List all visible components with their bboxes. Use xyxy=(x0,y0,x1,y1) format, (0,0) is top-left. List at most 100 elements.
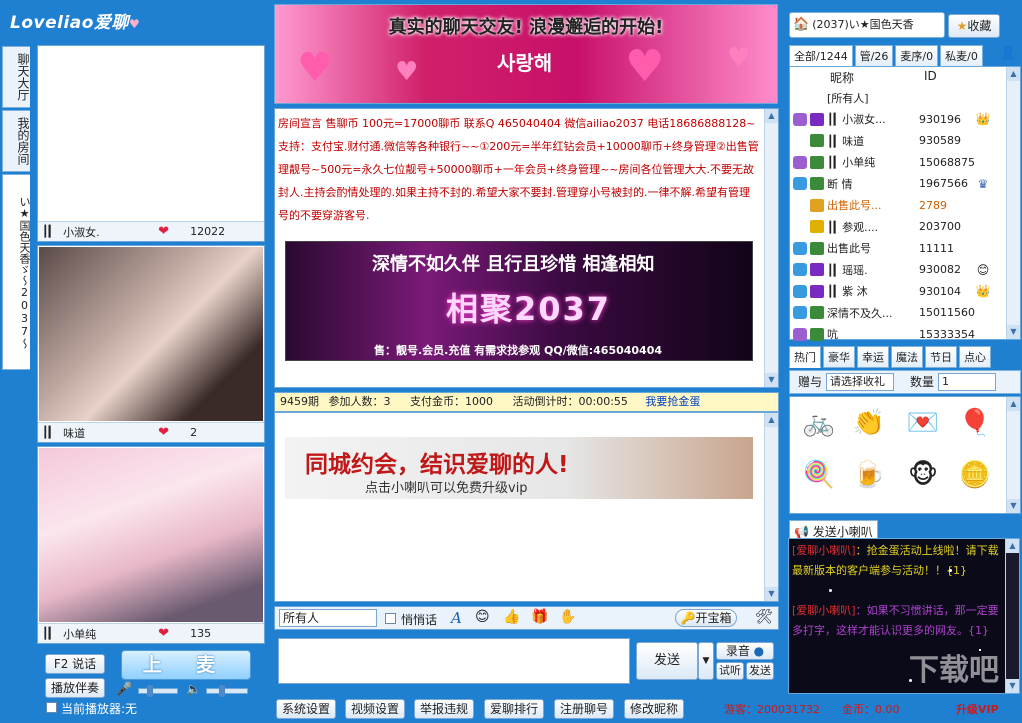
tools-icon[interactable]: 🛠 xyxy=(755,609,773,625)
change-nickname-button[interactable]: 修改昵称 xyxy=(624,699,684,719)
tab-gift-festival[interactable]: 节日 xyxy=(925,346,957,368)
user-list[interactable]: 昵称 ID [所有人] ┃▎小淑女... 930196 👑 ┃▎味道 930589 ┃▎小单… xyxy=(789,66,1021,341)
gift-gold-ingot-icon[interactable]: 🪙 xyxy=(950,453,1000,497)
heart-count: 135 xyxy=(190,627,212,640)
user-row[interactable]: 出售此号... 2789 xyxy=(790,195,1008,216)
player-checkbox[interactable] xyxy=(46,702,57,713)
tab-gift-snack[interactable]: 点心 xyxy=(959,346,991,368)
tab-all-users[interactable]: 全部/1244 xyxy=(789,45,853,67)
register-button[interactable]: 注册聊号 xyxy=(554,699,614,719)
user-row[interactable]: 断 情 1967566 ♛ xyxy=(790,173,1008,194)
microphone-icon[interactable]: 🎤 xyxy=(116,682,132,697)
video-slot-1[interactable]: ┃▎ 小淑女. ❤ 12022 xyxy=(37,45,265,242)
lottery-gold: 支付金币：1000 xyxy=(410,395,493,408)
gift-scrollbar[interactable]: ▲ ▼ xyxy=(1006,397,1020,513)
gift-balloon-icon[interactable]: 🎈 xyxy=(950,401,1000,445)
gift-beer-icon[interactable]: 🍺 xyxy=(844,453,894,497)
speaker-volume-slider[interactable] xyxy=(206,685,248,697)
grab-egg-link[interactable]: 我要抢金蛋 xyxy=(645,395,700,408)
accompany-button[interactable]: 播放伴奏 xyxy=(45,678,105,698)
public-chat-panel[interactable]: 房间宣言 售聊币 100元=17000聊币 联系Q 465040404 微信ai… xyxy=(274,108,779,388)
upgrade-vip-link[interactable]: 升级VIP xyxy=(956,701,999,717)
video-slot-2[interactable]: ┃▎ 味道 ❤ 2 xyxy=(37,245,265,443)
tab-my-room[interactable]: 我的房间 xyxy=(2,110,30,172)
quantity-input[interactable]: 1 xyxy=(938,373,996,391)
user-name: 断 情 xyxy=(827,177,853,191)
gift-icon[interactable]: 🎁 xyxy=(531,609,548,625)
video-settings-button[interactable]: 视频设置 xyxy=(345,699,405,719)
report-button[interactable]: 举报违规 xyxy=(414,699,474,719)
target-select[interactable]: 所有人 xyxy=(279,609,377,627)
speaker-icon[interactable]: 🔈 xyxy=(186,682,201,696)
heart-icon[interactable]: ❤ xyxy=(158,626,188,641)
user-search-icon[interactable]: 👤 xyxy=(1000,46,1016,61)
lottery-bar: 9459期 参加人数：3 支付金币：1000 活动倒计时：00:00:55 我要… xyxy=(274,392,779,412)
treasure-box-button[interactable]: 🔑开宝箱 xyxy=(675,609,737,627)
user-level-badge xyxy=(793,199,807,212)
speak-button[interactable]: F2 说话 xyxy=(45,654,105,674)
user-row[interactable]: [所有人] xyxy=(790,87,1008,108)
column-id: ID xyxy=(924,69,937,83)
gift-lollipop-icon[interactable]: 🍭 xyxy=(794,453,844,497)
heart-icon[interactable]: ❤ xyxy=(158,224,188,239)
font-icon[interactable]: A xyxy=(451,609,462,627)
whisper-checkbox[interactable] xyxy=(385,613,396,624)
tab-mic-queue[interactable]: 麦序/0 xyxy=(895,45,939,67)
user-row[interactable]: ┃▎参观.... 203700 xyxy=(790,216,1008,237)
gift-bicycle-icon[interactable]: 🚲 xyxy=(794,401,844,445)
user-row[interactable]: ┃▎味道 930589 xyxy=(790,130,1008,151)
horn-messages: [爱聊小喇叭]：抢金蛋活动上线啦！请下载最新版本的客户端参与活动！！{1} [爱… xyxy=(788,538,1020,694)
horn-scrollbar[interactable]: ▲ ▼ xyxy=(1005,539,1019,693)
send-voice-button[interactable]: 发送 xyxy=(746,662,774,680)
video-info-bar: ┃▎ 小单纯 ❤ 135 xyxy=(38,623,264,643)
user-id: 203700 xyxy=(919,220,961,233)
tab-gift-hot[interactable]: 热门 xyxy=(789,346,821,368)
user-row[interactable]: 吭 15333354 xyxy=(790,324,1008,345)
mic-button[interactable]: 上 麦 xyxy=(121,650,251,680)
message-input[interactable] xyxy=(278,638,630,684)
column-nickname: 昵称 xyxy=(830,71,855,85)
tab-private-mic[interactable]: 私麦/0 xyxy=(940,45,983,67)
gift-monkey-icon[interactable]: 🐵 xyxy=(898,453,948,497)
tab-gift-luxury[interactable]: 豪华 xyxy=(823,346,855,368)
room-ad[interactable]: 深情不如久伴 且行且珍惜 相逢相知 相聚2037 售：靓号.会员.充值 有需求找… xyxy=(285,241,753,361)
chat-scrollbar[interactable]: ▲ ▼ xyxy=(764,109,778,387)
system-settings-button[interactable]: 系统设置 xyxy=(276,699,336,719)
user-row[interactable]: ┃▎紫 沐 930104 👑 xyxy=(790,281,1008,302)
tab-gift-lucky[interactable]: 幸运 xyxy=(857,346,889,368)
gift-clap-icon[interactable]: 👏 xyxy=(844,401,894,445)
record-button[interactable]: 录音 ● xyxy=(716,642,774,660)
emoji-icon[interactable]: 😊 xyxy=(475,609,490,625)
user-row[interactable]: ┃▎瑶瑶. 930082 😊 xyxy=(790,259,1008,280)
user-role-badge xyxy=(810,155,824,169)
favorite-button[interactable]: ★收藏 xyxy=(948,14,1000,38)
user-row[interactable]: ┃▎小单纯 15068875 xyxy=(790,152,1008,173)
user-row[interactable]: 深情不及久... 15011560 xyxy=(790,302,1008,323)
recipient-select[interactable]: 请选择收礼 xyxy=(826,373,894,391)
tab-chat-hall[interactable]: 聊天大厅 xyxy=(2,46,30,108)
dating-ad[interactable]: 同城约会，结识爱聊的人! 点击小喇叭可以免费升级vip xyxy=(285,437,753,499)
tab-managers[interactable]: 管/26 xyxy=(854,45,894,67)
user-name: ┃▎小淑女... xyxy=(827,113,886,126)
thumbs-up-icon[interactable]: 👍 xyxy=(503,609,520,625)
private-chat-panel[interactable]: 同城约会，结识爱聊的人! 点击小喇叭可以免费升级vip ▲ ▼ xyxy=(274,412,779,602)
video-info-bar: ┃▎ 小淑女. ❤ 12022 xyxy=(38,221,264,241)
ranking-button[interactable]: 爱聊排行 xyxy=(484,699,544,719)
user-id: 2789 xyxy=(919,198,947,212)
heart-icon[interactable]: ❤ xyxy=(158,425,188,440)
tab-current-room[interactable]: い★国色天香ゞ～2037～ xyxy=(2,174,31,370)
chat-scrollbar[interactable]: ▲ ▼ xyxy=(764,413,778,601)
send-button[interactable]: 发送 xyxy=(636,642,698,680)
user-row[interactable]: ┃▎小淑女... 930196 👑 xyxy=(790,109,1008,130)
hand-icon[interactable]: ✋ xyxy=(559,609,576,625)
tab-gift-magic[interactable]: 魔法 xyxy=(891,346,923,368)
audition-button[interactable]: 试听 xyxy=(716,662,744,680)
gift-love-letter-icon[interactable]: 💌 xyxy=(898,401,948,445)
user-name: ┃▎紫 沐 xyxy=(827,285,868,298)
top-banner[interactable]: 真实的聊天交友! 浪漫邂逅的开始! 사랑해 ♥ ♥ ♥ ♥ xyxy=(274,4,778,104)
video-slot-3[interactable]: ┃▎ 小单纯 ❤ 135 xyxy=(37,446,265,644)
mic-volume-slider[interactable] xyxy=(138,685,178,697)
send-options-dropdown[interactable]: ▼ xyxy=(698,642,714,680)
user-row[interactable]: 出售此号 11111 xyxy=(790,238,1008,259)
user-list-scrollbar[interactable]: ▲ ▼ xyxy=(1006,67,1020,339)
